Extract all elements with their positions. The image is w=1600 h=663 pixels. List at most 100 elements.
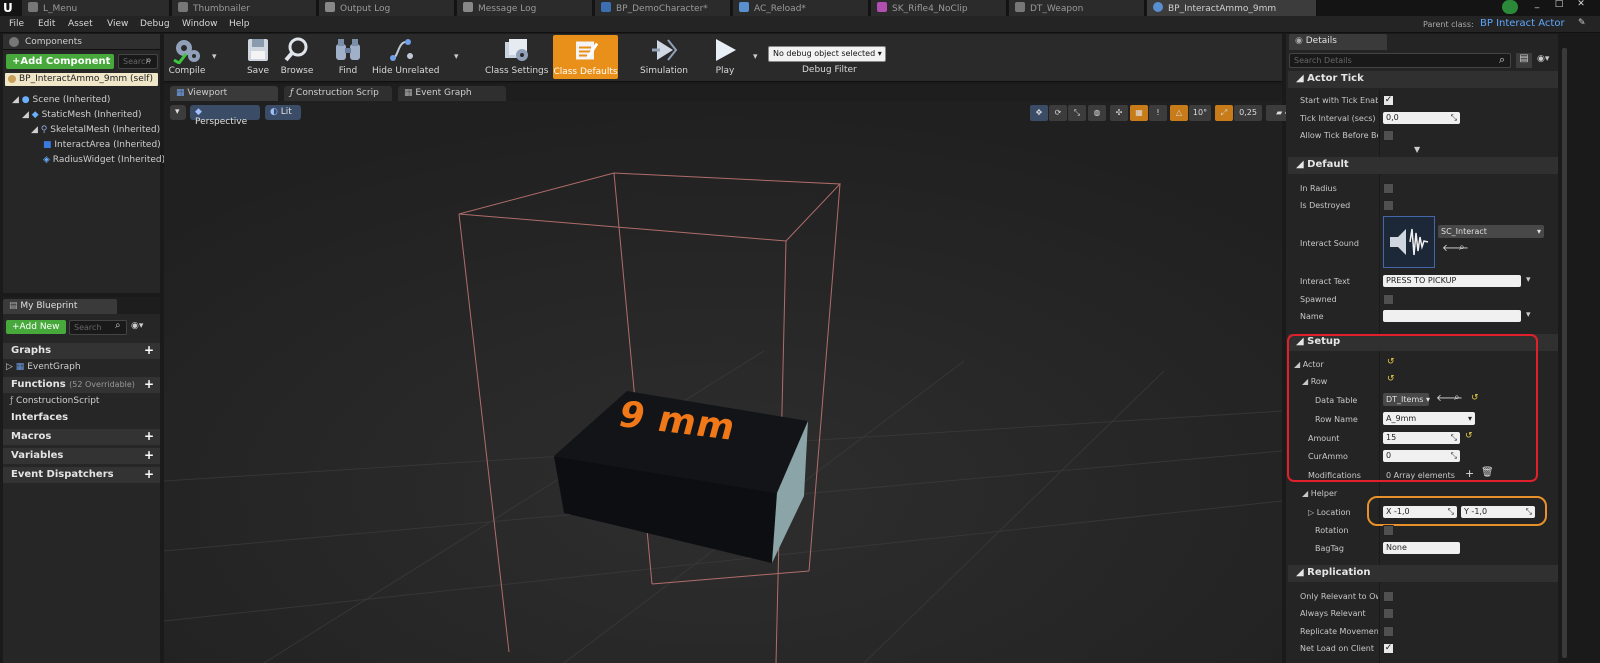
compile-button[interactable]: Compile bbox=[168, 36, 206, 76]
rotation-snap-icon[interactable]: △ bbox=[1170, 105, 1188, 121]
components-search-input[interactable]: Search bbox=[118, 54, 158, 69]
grid-size-button[interactable]: ! bbox=[1149, 105, 1167, 121]
minimize-button[interactable]: _ bbox=[1530, 0, 1544, 9]
name-options-dropdown[interactable]: ▾ bbox=[1526, 310, 1531, 320]
allow-tick-checkbox[interactable] bbox=[1383, 130, 1394, 141]
add-new-button[interactable]: +Add New bbox=[6, 320, 66, 334]
tab-output-log[interactable]: Output Log bbox=[319, 0, 455, 16]
translate-icon[interactable]: ✥ bbox=[1030, 105, 1048, 121]
class-defaults-button[interactable]: Class Defaults bbox=[553, 35, 618, 79]
name-input[interactable] bbox=[1383, 310, 1521, 322]
add-graph-button[interactable]: + bbox=[144, 344, 154, 356]
replication-category[interactable]: ◢ Replication bbox=[1288, 565, 1558, 582]
rotate-icon[interactable]: ⟳ bbox=[1049, 105, 1067, 121]
graphs-section[interactable]: Graphs + bbox=[3, 343, 160, 359]
menu-debug[interactable]: Debug bbox=[140, 19, 170, 29]
my-blueprint-tab[interactable]: ▤ My Blueprint bbox=[3, 299, 117, 314]
world-local-icon[interactable]: ◍ bbox=[1088, 105, 1106, 121]
viewport[interactable]: 9 mm bbox=[164, 101, 1282, 663]
sound-wave-thumbnail[interactable] bbox=[1383, 216, 1435, 268]
actor-tick-category[interactable]: ◢ Actor Tick bbox=[1288, 71, 1558, 88]
interfaces-section[interactable]: Interfaces bbox=[3, 410, 160, 426]
tab-dt-weapon[interactable]: DT_Weapon bbox=[1009, 0, 1145, 16]
hide-unrelated-button[interactable]: Hide Unrelated bbox=[372, 36, 440, 76]
only-relevant-checkbox[interactable] bbox=[1383, 591, 1394, 602]
details-scrollbar[interactable] bbox=[1562, 48, 1567, 658]
menu-edit[interactable]: Edit bbox=[38, 19, 55, 29]
tree-item-scene[interactable]: ◢ ● Scene (Inherited) bbox=[12, 95, 110, 105]
tree-item-skeletalmesh[interactable]: ◢ ⚲ SkeletalMesh (Inherited) bbox=[31, 125, 160, 135]
tick-interval-input[interactable]: 0,0 ⤡ bbox=[1383, 112, 1460, 124]
function-constructionscript-item[interactable]: ƒ ConstructionScript bbox=[10, 396, 99, 406]
tab-l-menu[interactable]: L_Menu bbox=[22, 0, 170, 16]
save-button[interactable]: Save bbox=[243, 36, 273, 76]
menu-file[interactable]: File bbox=[9, 19, 24, 29]
find-button[interactable]: Find bbox=[333, 36, 363, 76]
use-selected-arrow-icon[interactable]: 🡐 bbox=[1442, 242, 1469, 254]
wrench-icon[interactable]: ✎ bbox=[1578, 18, 1586, 28]
scale-snap-value[interactable]: 0,25 bbox=[1234, 105, 1262, 121]
menu-window[interactable]: Window bbox=[182, 19, 218, 29]
replicate-movement-checkbox[interactable] bbox=[1383, 626, 1394, 637]
add-dispatcher-button[interactable]: + bbox=[144, 468, 154, 480]
interact-text-options-dropdown[interactable]: ▾ bbox=[1526, 275, 1531, 285]
add-macro-button[interactable]: + bbox=[144, 430, 154, 442]
default-category[interactable]: ◢ Default bbox=[1288, 157, 1558, 174]
self-component-item[interactable]: BP_InteractAmmo_9mm (self) bbox=[5, 73, 158, 86]
menu-asset[interactable]: Asset bbox=[68, 19, 93, 29]
rotation-snap-value[interactable]: 10° bbox=[1189, 105, 1211, 121]
tab-thumbnailer[interactable]: Thumbnailer bbox=[172, 0, 317, 16]
menu-view[interactable]: View bbox=[107, 19, 128, 29]
grid-snap-icon[interactable]: ▦ bbox=[1130, 105, 1148, 121]
interact-sound-dropdown[interactable]: SC_Interact ▾ bbox=[1438, 225, 1544, 238]
rotation-checkbox[interactable] bbox=[1383, 525, 1394, 536]
tree-item-staticmesh[interactable]: ◢ ◆ StaticMesh (Inherited) bbox=[22, 110, 142, 120]
simulation-button[interactable]: Simulation bbox=[640, 36, 688, 76]
scale-icon[interactable]: ⤡ bbox=[1068, 105, 1086, 121]
functions-section[interactable]: Functions (52 Overridable) + bbox=[3, 377, 160, 393]
scale-snap-icon[interactable]: ⤢ bbox=[1215, 105, 1233, 121]
add-component-button[interactable]: +Add Component bbox=[6, 54, 114, 69]
spawned-checkbox[interactable] bbox=[1383, 294, 1394, 305]
close-window-button[interactable]: ✕ bbox=[1574, 0, 1588, 9]
class-settings-button[interactable]: Class Settings bbox=[485, 36, 548, 76]
surface-snap-icon[interactable]: ✣ bbox=[1110, 105, 1128, 121]
parent-class-link[interactable]: BP Interact Actor bbox=[1480, 18, 1565, 29]
viewport-options-dropdown[interactable]: ▾ bbox=[170, 105, 186, 120]
is-destroyed-checkbox[interactable] bbox=[1383, 200, 1394, 211]
variables-section[interactable]: Variables + bbox=[3, 448, 160, 464]
play-options-dropdown[interactable]: ▾ bbox=[753, 52, 758, 62]
hide-unrelated-dropdown[interactable]: ▾ bbox=[454, 52, 459, 62]
browse-button[interactable]: Browse bbox=[279, 36, 315, 76]
tab-event-graph[interactable]: ▦ Event Graph bbox=[398, 86, 506, 101]
tab-ac-reload[interactable]: AC_Reload* bbox=[733, 0, 869, 16]
macros-section[interactable]: Macros + bbox=[3, 429, 160, 445]
lit-dropdown[interactable]: ◐ Lit bbox=[265, 105, 301, 120]
debug-object-dropdown[interactable]: No debug object selected ▾ bbox=[768, 46, 886, 62]
tab-message-log[interactable]: Message Log bbox=[457, 0, 593, 16]
source-control-icon[interactable] bbox=[1502, 0, 1518, 14]
tab-sk-rifle[interactable]: SK_Rifle4_NoClip bbox=[871, 0, 1007, 16]
in-radius-checkbox[interactable] bbox=[1383, 183, 1394, 194]
maximize-button[interactable]: □ bbox=[1552, 0, 1566, 9]
tree-item-interactarea[interactable]: ■ InteractArea (Inherited) bbox=[43, 140, 161, 150]
tree-item-radiuswidget[interactable]: ◈ RadiusWidget (Inherited) bbox=[43, 155, 165, 165]
always-relevant-checkbox[interactable] bbox=[1383, 608, 1394, 619]
tab-bp-interactammo[interactable]: BP_InteractAmmo_9mm bbox=[1147, 0, 1317, 16]
expand-advanced-arrow[interactable]: ▼ bbox=[1414, 145, 1420, 154]
property-matrix-icon[interactable]: ▤ bbox=[1516, 53, 1532, 68]
compile-options-dropdown[interactable]: ▾ bbox=[212, 52, 217, 62]
tab-bp-democharacter[interactable]: BP_DemoCharacter* bbox=[595, 0, 731, 16]
details-search-input[interactable]: Search Details bbox=[1289, 53, 1511, 68]
menu-help[interactable]: Help bbox=[229, 19, 250, 29]
start-with-tick-checkbox[interactable]: ✓ bbox=[1383, 95, 1394, 106]
play-button[interactable]: Play bbox=[710, 36, 740, 76]
tab-construction-script[interactable]: ƒ Construction Scrip bbox=[284, 86, 392, 101]
bagtag-input[interactable]: None bbox=[1383, 542, 1460, 554]
view-options-eye-icon[interactable]: ◉▾ bbox=[131, 321, 143, 331]
add-function-button[interactable]: + bbox=[144, 378, 154, 390]
event-dispatchers-section[interactable]: Event Dispatchers + bbox=[3, 467, 160, 483]
details-tab[interactable]: ◉ Details bbox=[1289, 34, 1387, 50]
perspective-dropdown[interactable]: ◆ Perspective bbox=[190, 105, 260, 127]
net-load-checkbox[interactable]: ✓ bbox=[1383, 643, 1394, 654]
